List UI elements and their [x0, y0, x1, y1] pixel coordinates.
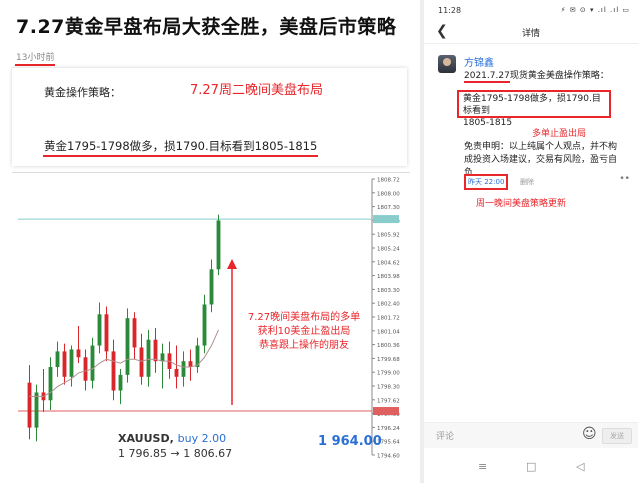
- candle-body: [216, 220, 221, 270]
- comment-input[interactable]: 评论: [436, 429, 454, 442]
- y-tick-label: 1801.72: [377, 316, 400, 322]
- status-icons: ⚡ ✉ ⊙ ▾ .ıl .ıl ▭: [560, 6, 630, 14]
- send-button[interactable]: 发送: [602, 428, 632, 444]
- post-time: 昨天 22:00: [464, 174, 509, 190]
- red-underline: [15, 64, 56, 66]
- trade-profit: 1 964.00: [318, 434, 382, 449]
- y-tick-label: 1796.24: [377, 426, 400, 432]
- candle-body: [181, 361, 186, 377]
- emoji-icon[interactable]: ☺: [582, 426, 597, 442]
- symbol-name: XAUUSD,: [118, 432, 174, 445]
- menu-nav-icon[interactable]: ≡: [478, 460, 487, 473]
- y-tick-label: 1804.62: [377, 260, 400, 266]
- publish-time-text: 13小时前: [16, 53, 55, 63]
- candle-body: [62, 351, 67, 377]
- strategy-box-line-1: 黄金1795-1798做多，损1790.目标看到: [463, 94, 601, 116]
- phone-panel: 11:28 ⚡ ✉ ⊙ ▾ .ıl .ıl ▭ ❮ 详情 方锦鑫 2021.7.…: [424, 0, 638, 483]
- comment-bar: 评论 ☺ 发送: [424, 422, 638, 448]
- chart-annotation: 7.27晚间美盘布局的多单 获利10美金止盈出局 恭喜跟上操作的朋友: [244, 311, 364, 353]
- candle-body: [90, 345, 95, 381]
- system-nav: ≡ □ ◁: [424, 452, 638, 483]
- candle-body: [125, 318, 130, 375]
- status-bar: 11:28 ⚡ ✉ ⊙ ▾ .ıl .ıl ▭: [424, 0, 638, 20]
- avatar[interactable]: [438, 55, 456, 73]
- strategy-line-text: 黄金1795-1798做多，损1790.目标看到1805-1815: [44, 139, 318, 153]
- author-name[interactable]: 方锦鑫: [464, 54, 494, 69]
- y-tick-label: 1803.30: [377, 288, 400, 294]
- exit-price-marker: [373, 215, 399, 224]
- red-underline: [464, 81, 510, 83]
- home-nav-icon[interactable]: □: [526, 460, 536, 473]
- candle-body: [48, 367, 53, 401]
- candle-body: [132, 318, 137, 348]
- y-tick-label: 1799.68: [377, 357, 400, 363]
- status-time: 11:28: [438, 6, 462, 15]
- article-panel: 7.27黄金早盘布局大获全胜，美盘后市策略 13小时前 黄金操作策略： 7.27…: [0, 0, 420, 483]
- y-tick-label: 1807.30: [377, 205, 400, 211]
- strategy-line: 黄金1795-1798做多，损1790.目标看到1805-1815: [43, 138, 319, 157]
- candle-body: [146, 339, 151, 377]
- strategy-card: 黄金操作策略： 7.27周二晚间美盘布局 黄金1795-1798做多，损1790…: [12, 68, 407, 166]
- strategy-label: 黄金操作策略：: [44, 86, 121, 99]
- y-tick-label: 1801.04: [377, 329, 400, 335]
- back-nav-icon[interactable]: ◁: [576, 460, 584, 473]
- y-tick-label: 1794.60: [377, 454, 400, 460]
- candle-body: [209, 269, 214, 305]
- y-tick-label: 1799.00: [377, 371, 400, 377]
- candle-body: [174, 368, 179, 377]
- candle-body: [139, 347, 144, 377]
- y-tick-label: 1802.40: [377, 302, 400, 308]
- candle-body: [69, 349, 74, 377]
- article-title: 7.27黄金早盘布局大获全胜，美盘后市策略: [16, 16, 397, 38]
- delete-link[interactable]: 删除: [520, 177, 534, 187]
- y-tick-label: 1803.98: [377, 274, 400, 280]
- post-title: 2021.7.27 现货黄金美盘操作策略：: [464, 68, 609, 83]
- annotation-line-1: 7.27晚间美盘布局的多单: [247, 312, 361, 323]
- candle-body: [83, 357, 88, 381]
- y-tick-label: 1805.92: [377, 233, 400, 239]
- candle-body: [111, 351, 116, 391]
- post-date-text: 2021.7.27: [464, 71, 510, 81]
- candle-body: [104, 314, 109, 352]
- red-underline: [43, 155, 319, 157]
- publish-time: 13小时前: [15, 50, 56, 66]
- trade-price-range: 1 796.85 → 1 806.67: [118, 447, 233, 460]
- candle-body: [160, 353, 165, 362]
- highlighted-strategy: 黄金1795-1798做多，损1790.目标看到 1805-1815: [457, 90, 611, 128]
- nav-bar: ❮ 详情: [424, 20, 638, 44]
- post-meta: 昨天 22:00 删除 ••: [464, 174, 634, 190]
- trade-symbol: XAUUSD, buy 2.00: [118, 432, 226, 445]
- annotation-line-3: 恭喜跟上操作的朋友: [259, 340, 349, 351]
- post-date: 2021.7.27: [464, 71, 510, 83]
- annotation-line-2: 获利10美金止盈出局: [257, 326, 351, 337]
- y-tick-label: 1805.24: [377, 247, 400, 253]
- update-note: 周一晚间美盘策略更新: [476, 199, 567, 209]
- candle-body: [153, 339, 158, 362]
- y-tick-label: 1798.30: [377, 385, 400, 391]
- candle-body: [202, 304, 207, 346]
- candle-body: [76, 349, 81, 358]
- candle-body: [118, 374, 123, 391]
- session-note: 7.27周二晚间美盘布局: [190, 83, 323, 98]
- up-arrow-head: [227, 259, 237, 269]
- price-chart[interactable]: 1808.721808.001807.301806.601805.921805.…: [12, 172, 410, 464]
- take-profit-note: 多单止盈出局: [532, 129, 587, 139]
- candle-body: [97, 314, 102, 346]
- trade-side: buy 2.00: [177, 432, 227, 445]
- nav-title: 详情: [521, 29, 540, 39]
- post-title-text: 现货黄金美盘操作策略：: [509, 71, 609, 81]
- candle-body: [34, 392, 39, 428]
- y-tick-label: 1797.62: [377, 398, 400, 404]
- entry-price-marker: [373, 407, 399, 416]
- y-tick-label: 1808.72: [377, 178, 400, 184]
- more-icon[interactable]: ••: [619, 174, 630, 184]
- y-tick-label: 1808.00: [377, 191, 400, 197]
- candle-body: [27, 382, 32, 428]
- y-tick-label: 1800.36: [377, 343, 400, 349]
- candle-body: [55, 351, 60, 368]
